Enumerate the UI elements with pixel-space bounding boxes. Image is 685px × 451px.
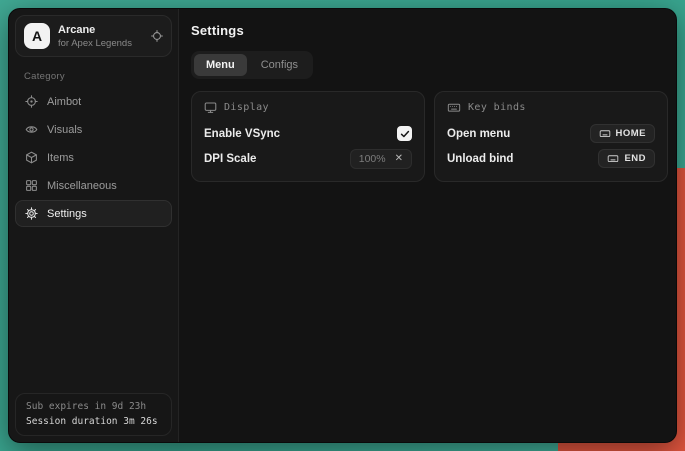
dpi-scale-input[interactable]: 100% ✕ (350, 149, 412, 169)
open-menu-keybind-button[interactable]: HOME (590, 124, 656, 143)
dpi-scale-label: DPI Scale (204, 153, 256, 165)
display-card: Display Enable VSync DPI Scale 100% ✕ (191, 91, 425, 182)
display-card-header: Display (204, 101, 412, 114)
sidebar-item-aimbot[interactable]: Aimbot (15, 88, 172, 115)
keybinds-card-header: Key binds (447, 101, 655, 114)
brand-title: Arcane (58, 24, 132, 36)
sidebar: A Arcane for Apex Legends Category (9, 9, 179, 442)
open-menu-row: Open menu HOME (447, 121, 655, 146)
grid-icon (25, 179, 38, 192)
brand-text: Arcane for Apex Legends (58, 24, 132, 49)
sidebar-item-label: Miscellaneous (47, 180, 117, 192)
sidebar-item-label: Visuals (47, 124, 82, 136)
brand-card: A Arcane for Apex Legends (15, 15, 172, 57)
gear-icon (25, 207, 38, 220)
sidebar-item-label: Settings (47, 208, 87, 220)
unload-bind-label: Unload bind (447, 153, 513, 165)
sidebar-item-label: Items (47, 152, 74, 164)
keybinds-card-title: Key binds (468, 102, 526, 113)
unload-keybind-button[interactable]: END (598, 149, 655, 168)
dpi-scale-value[interactable]: 100% (359, 153, 386, 165)
monitor-icon (204, 101, 217, 114)
keyboard-icon (447, 101, 461, 114)
keyboard-icon (599, 128, 611, 139)
display-card-title: Display (224, 102, 269, 113)
session-duration-text: Session duration 3m 26s (26, 416, 161, 427)
sub-expiry-text: Sub expires in 9d 23h (26, 401, 161, 412)
vsync-label: Enable VSync (204, 128, 280, 140)
sidebar-item-items[interactable]: Items (15, 144, 172, 171)
sidebar-nav: Aimbot Visuals (9, 86, 178, 229)
vsync-checkbox[interactable] (397, 126, 412, 141)
main-content: Settings Menu Configs Display (179, 9, 677, 442)
crosshair-target-icon[interactable] (151, 30, 163, 42)
tab-configs[interactable]: Configs (249, 54, 310, 76)
unload-key: END (624, 153, 646, 164)
sidebar-item-settings[interactable]: Settings (15, 200, 172, 227)
eye-icon (25, 123, 38, 136)
arcane-overlay-window: A Arcane for Apex Legends Category (8, 8, 677, 443)
page-title: Settings (191, 23, 668, 38)
settings-tab-group: Menu Configs (191, 51, 313, 79)
clear-icon[interactable]: ✕ (395, 154, 403, 164)
arcane-logo: A (24, 23, 50, 49)
subscription-info-box: Sub expires in 9d 23h Session duration 3… (15, 393, 172, 436)
dpi-scale-row: DPI Scale 100% ✕ (204, 146, 412, 171)
sidebar-item-miscellaneous[interactable]: Miscellaneous (15, 172, 172, 199)
keybinds-card: Key binds Open menu HOME (434, 91, 668, 182)
category-label: Category (24, 71, 178, 82)
settings-cards-row: Display Enable VSync DPI Scale 100% ✕ (191, 91, 668, 182)
sidebar-item-label: Aimbot (47, 96, 81, 108)
keyboard-icon (607, 153, 619, 164)
sidebar-item-visuals[interactable]: Visuals (15, 116, 172, 143)
package-icon (25, 151, 38, 164)
tab-menu[interactable]: Menu (194, 54, 247, 76)
open-menu-label: Open menu (447, 128, 510, 140)
vsync-row: Enable VSync (204, 121, 412, 146)
open-menu-key: HOME (616, 128, 647, 139)
crosshair-icon (25, 95, 38, 108)
brand-subtitle: for Apex Legends (58, 38, 132, 49)
unload-bind-row: Unload bind END (447, 146, 655, 171)
